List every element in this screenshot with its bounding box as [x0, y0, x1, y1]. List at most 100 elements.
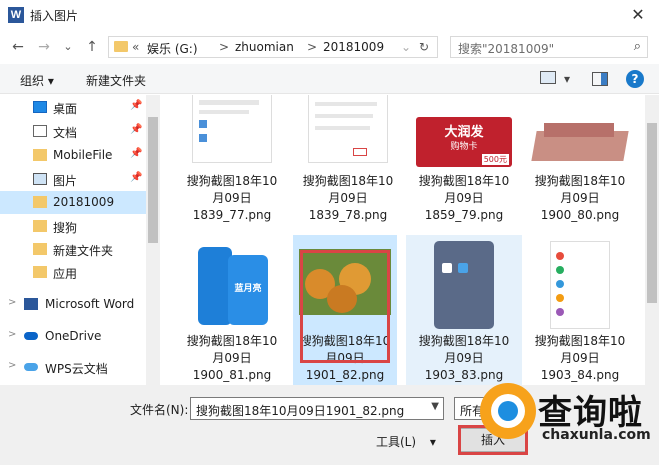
view-dropdown-icon[interactable]: ▾ — [564, 72, 570, 86]
preview-pane-icon[interactable] — [592, 72, 608, 86]
search-placeholder: 搜索"20181009" — [458, 42, 555, 56]
file-name-line: 1903_84.png — [540, 368, 620, 382]
pin-icon: 📌 — [130, 100, 143, 111]
breadcrumb-20181009[interactable]: 20181009 — [323, 40, 384, 54]
pin-icon: 📌 — [130, 148, 143, 159]
sidebar-item-wps-cloud[interactable]: > WPS云文档 — [0, 356, 146, 379]
file-name-line: 1839_78.png — [308, 208, 388, 222]
pin-icon: 📌 — [130, 124, 143, 135]
sidebar-item-label: 搜狗 — [53, 221, 78, 235]
sidebar-item-desktop[interactable]: 桌面 📌 — [0, 96, 146, 119]
folder-icon — [33, 220, 47, 232]
file-name-line: 月09日 — [560, 351, 600, 365]
file-grid-scrollbar[interactable] — [645, 95, 659, 385]
phone-screenshot-thumbnail — [434, 241, 494, 329]
file-item[interactable]: 搜狗截图18年10 月09日 1839_77.png — [174, 95, 290, 232]
sidebar-item-sogou[interactable]: 搜狗 — [0, 215, 146, 238]
sidebar-item-label: MobileFile — [53, 148, 113, 162]
title-bar: W 插入图片 ✕ — [0, 0, 659, 30]
file-name-line: 搜狗截图18年10 — [534, 334, 626, 348]
file-name: 搜狗截图18年10 月09日 1903_84.png — [522, 333, 638, 384]
expand-icon[interactable]: > — [8, 329, 16, 340]
breadcrumb-separator[interactable]: > — [307, 40, 317, 54]
up-button[interactable]: ↑ — [82, 38, 102, 56]
filename-input[interactable]: 搜狗截图18年10月09日1901_82.png ▼ — [190, 397, 444, 420]
file-name-line: 搜狗截图18年10 — [418, 174, 510, 188]
file-name-line: 月09日 — [328, 191, 368, 205]
sidebar-item-20181009[interactable]: 20181009 — [0, 191, 146, 214]
sidebar-scroll-thumb[interactable] — [148, 117, 158, 243]
view-options-icon[interactable] — [540, 71, 556, 84]
desktop-icon — [33, 101, 47, 113]
sidebar-item-label: 图片 — [53, 174, 78, 188]
file-name: 搜狗截图18年10 月09日 1859_79.png — [406, 173, 522, 224]
sidebar-item-mobilefile[interactable]: MobileFile 📌 — [0, 144, 146, 167]
search-input[interactable]: 搜索"20181009" ⌕ — [450, 36, 648, 58]
breadcrumb-drive[interactable]: 娱乐 (G:) — [147, 40, 198, 57]
address-bar[interactable]: « 娱乐 (G:) > zhuomian > 20181009 ⌄ ↻ — [108, 36, 438, 58]
sidebar-item-pictures[interactable]: 图片 📌 — [0, 168, 146, 191]
detergent-thumbnail: 蓝月亮 — [190, 241, 274, 329]
recent-locations-button[interactable]: ⌄ — [58, 38, 78, 56]
path-prefix[interactable]: « — [132, 40, 139, 54]
expand-icon[interactable]: > — [8, 360, 16, 371]
expand-icon[interactable]: > — [8, 297, 16, 308]
sidebar-item-apps[interactable]: 应用 — [0, 261, 146, 284]
file-item[interactable]: 搜狗截图18年10 月09日 1900_80.png — [522, 95, 638, 232]
brand-label: 蓝月亮 — [234, 284, 262, 294]
watermark-logo: 查询啦 chaxunla.com — [480, 383, 651, 453]
word-icon — [24, 298, 38, 310]
file-name: 搜狗截图18年10 月09日 1900_80.png — [522, 173, 638, 224]
file-item[interactable]: 搜狗截图18年10 月09日 1903_84.png — [522, 235, 638, 382]
sidebar-item-microsoft-word[interactable]: > Microsoft Word — [0, 293, 146, 316]
sidebar-item-new-folder[interactable]: 新建文件夹 — [0, 238, 146, 261]
sidebar-item-label: 文档 — [53, 126, 78, 140]
tools-menu[interactable]: 工具(L) ▾ — [376, 433, 436, 450]
file-name-line: 1900_80.png — [540, 208, 620, 222]
tools-label: 工具(L) — [376, 435, 417, 449]
breadcrumb-separator[interactable]: > — [219, 40, 229, 54]
wps-cloud-icon — [24, 363, 38, 371]
file-name-line: 1839_77.png — [192, 208, 272, 222]
back-button[interactable]: ← — [8, 38, 28, 56]
file-item[interactable]: 搜狗截图18年10 月09日 1839_78.png — [290, 95, 406, 232]
chevron-down-icon[interactable]: ▼ — [431, 401, 439, 412]
file-name-line: 1900_81.png — [192, 368, 272, 382]
address-dropdown-icon[interactable]: ⌄ — [401, 40, 411, 54]
file-name-line: 月09日 — [560, 191, 600, 205]
file-item[interactable]: 搜狗截图18年10 月09日 1903_83.png — [406, 235, 522, 385]
file-name-line: 搜狗截图18年10 — [418, 334, 510, 348]
close-button[interactable]: ✕ — [623, 2, 653, 28]
sidebar-item-documents[interactable]: 文档 📌 — [0, 120, 146, 143]
sidebar-scrollbar[interactable] — [146, 95, 160, 385]
filename-value[interactable]: 搜狗截图18年10月09日1901_82.png — [196, 402, 404, 419]
file-name-line: 搜狗截图18年10 — [302, 174, 394, 188]
document-icon — [33, 125, 47, 137]
file-name: 搜狗截图18年10 月09日 1900_81.png — [174, 333, 290, 384]
refresh-icon[interactable]: ↻ — [419, 40, 429, 54]
sidebar-item-label: 应用 — [53, 267, 78, 281]
new-folder-button[interactable]: 新建文件夹 — [86, 72, 146, 89]
word-app-icon: W — [8, 7, 24, 23]
highlight-box — [300, 250, 390, 363]
help-icon[interactable]: ? — [626, 70, 644, 88]
file-item[interactable]: 蓝月亮 搜狗截图18年10 月09日 1900_81.png — [174, 235, 290, 382]
file-name-line: 1903_83.png — [424, 368, 504, 382]
file-grid-scroll-thumb[interactable] — [647, 123, 657, 303]
organize-menu[interactable]: 组织 ▾ — [20, 72, 54, 89]
folder-icon — [114, 41, 128, 52]
navigation-pane: 桌面 📌 文档 📌 MobileFile 📌 图片 📌 20181009 搜狗 … — [0, 95, 160, 385]
filename-label: 文件名(N): — [130, 403, 189, 417]
forward-button[interactable]: → — [34, 38, 54, 56]
command-toolbar: 组织 ▾ 新建文件夹 ▾ ? — [0, 64, 659, 94]
breadcrumb-zhuomian[interactable]: zhuomian — [235, 40, 294, 54]
file-name-line: 搜狗截图18年10 — [186, 334, 278, 348]
magnifier-icon — [480, 383, 536, 439]
search-icon[interactable]: ⌕ — [634, 39, 641, 54]
screenshot-thumbnail — [308, 95, 388, 163]
watermark-url: chaxunla.com — [542, 427, 651, 443]
file-name: 搜狗截图18年10 月09日 1903_83.png — [406, 333, 522, 384]
file-grid: 搜狗截图18年10 月09日 1839_77.png 搜狗截图18年10 月09… — [160, 95, 645, 385]
sidebar-item-onedrive[interactable]: > OneDrive — [0, 325, 146, 348]
file-item[interactable]: 大润发 购物卡 500元 搜狗截图18年10 月09日 1859_79.png — [406, 95, 522, 232]
